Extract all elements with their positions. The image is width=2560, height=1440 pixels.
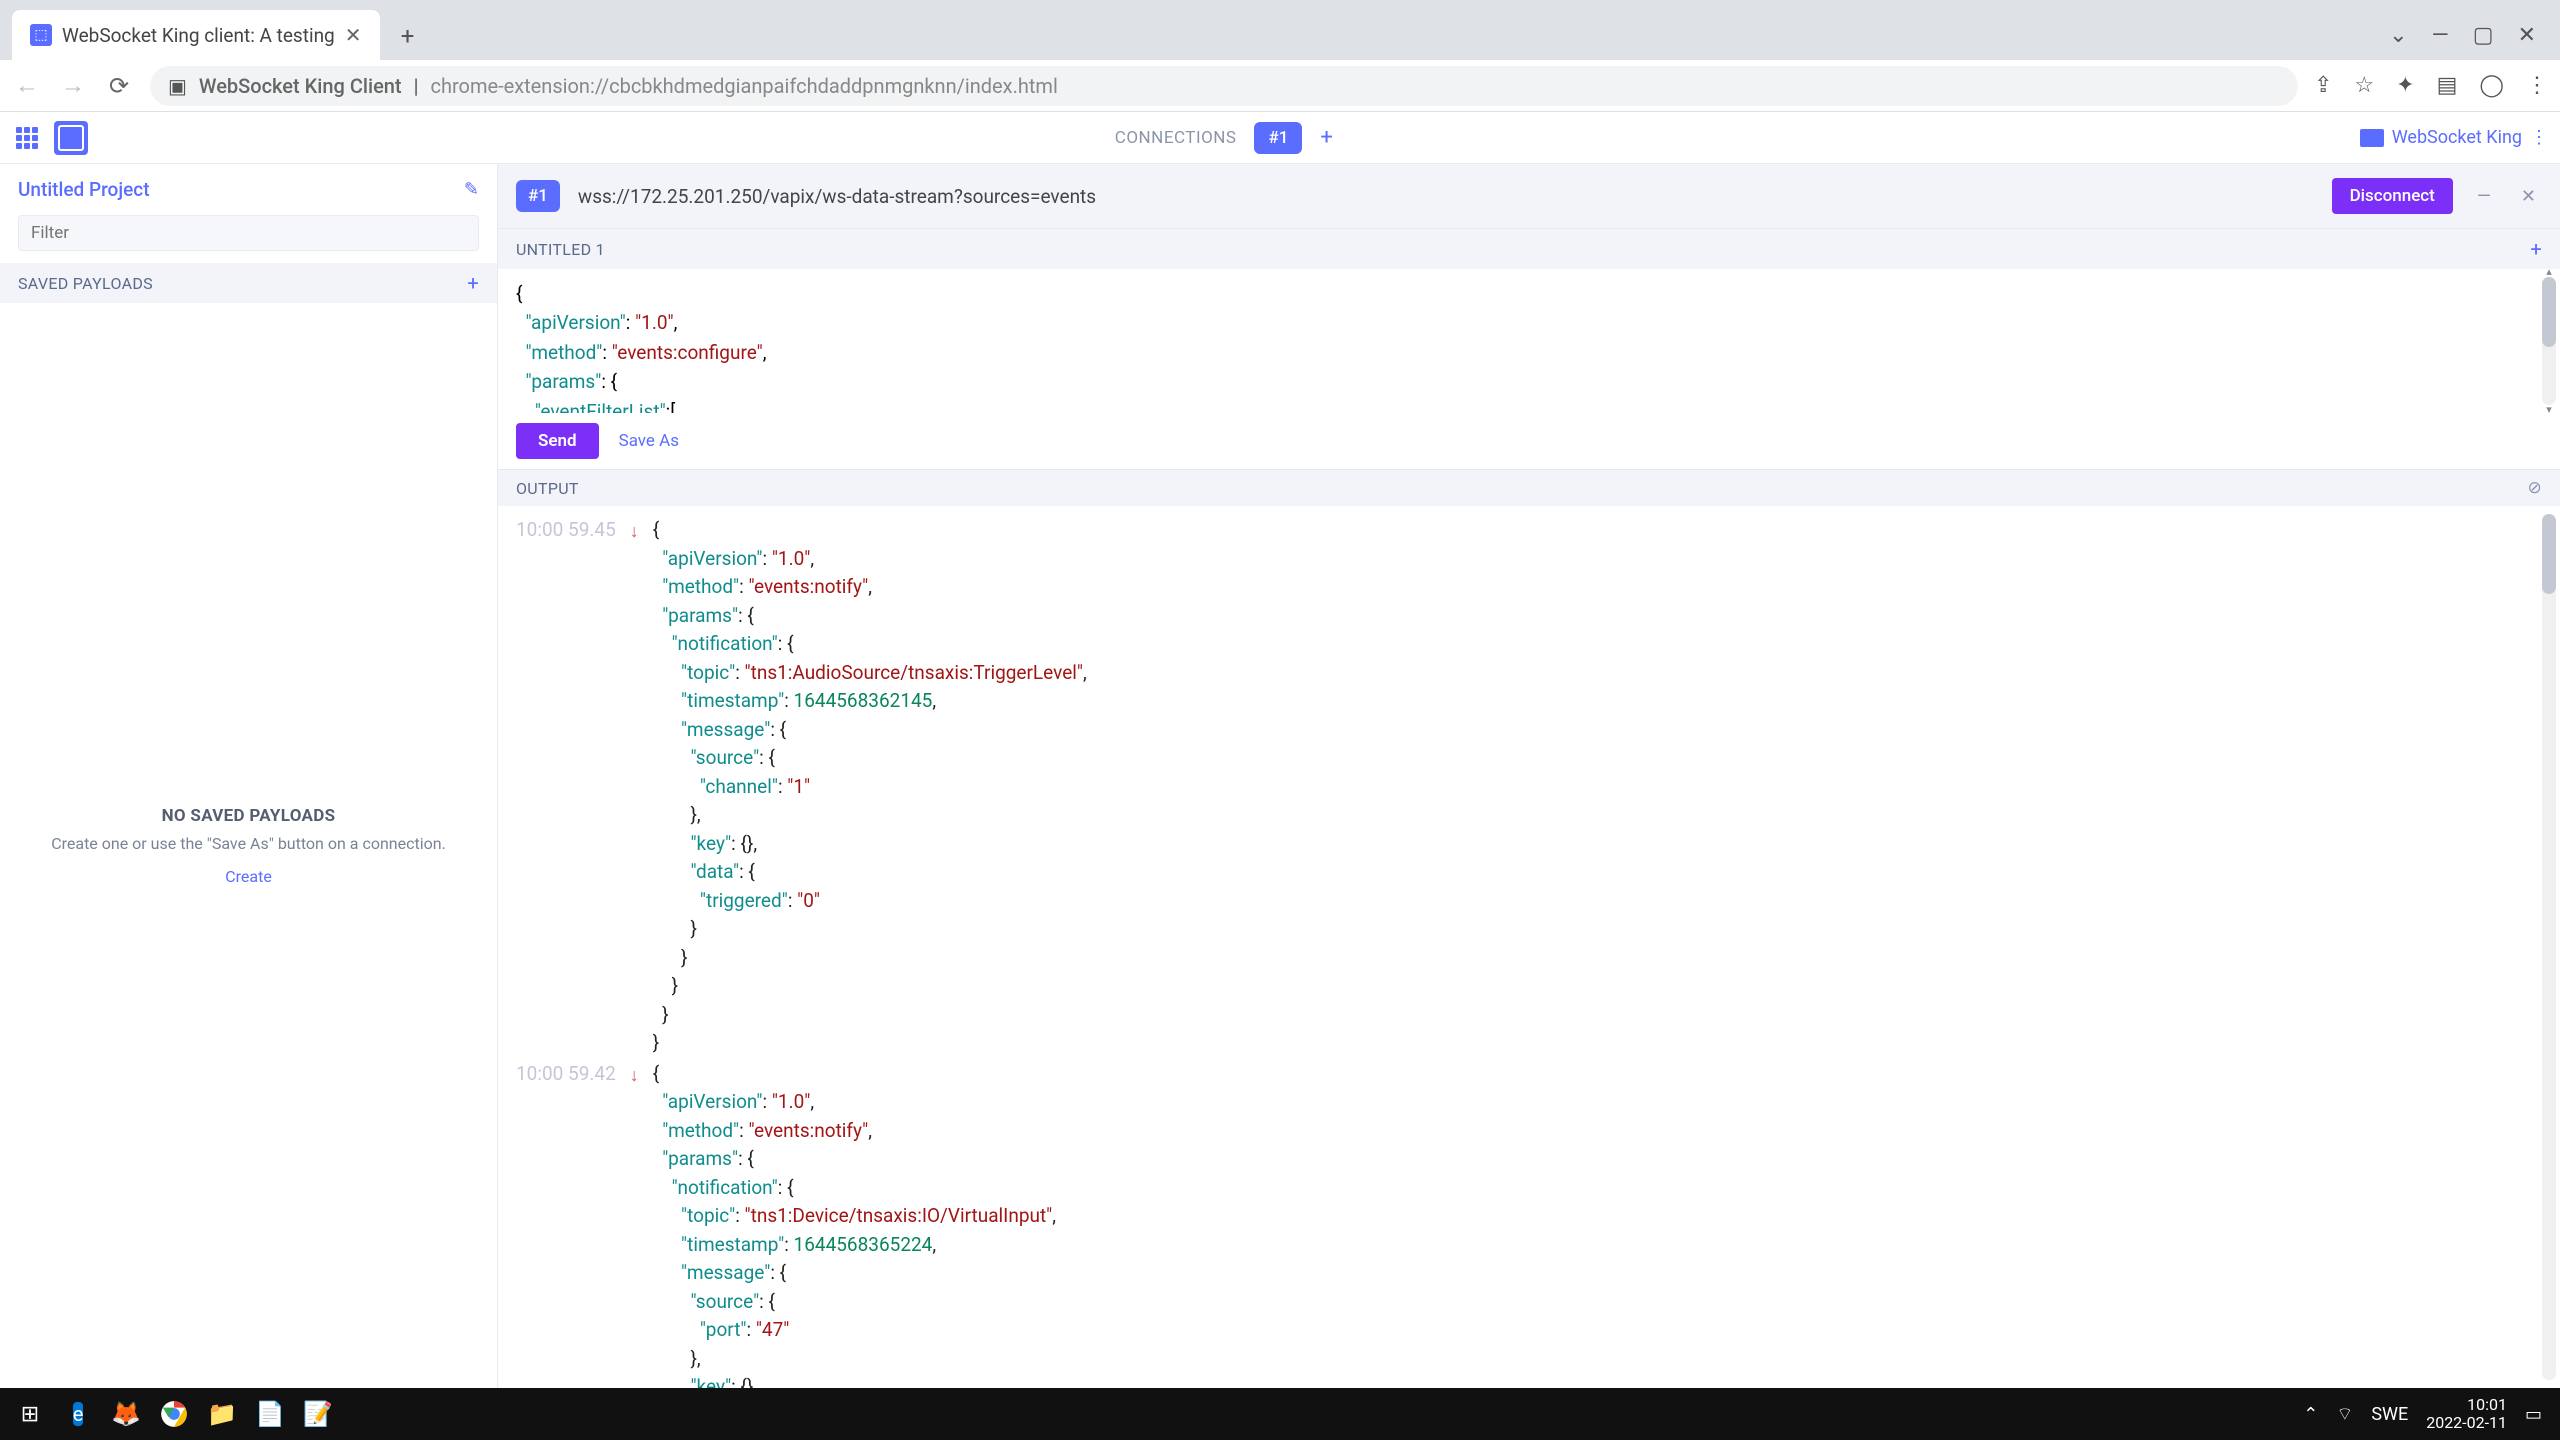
connection-close-icon[interactable]: ✕ [2515, 186, 2542, 207]
extension-icon: ▣ [168, 74, 187, 98]
connection-minimize-icon[interactable]: — [2471, 186, 2497, 207]
address-url: chrome-extension://cbcbkhdmedgianpaifchd… [430, 74, 1057, 98]
share-icon[interactable]: ⇪ [2314, 73, 2332, 98]
saved-payloads-header: SAVED PAYLOADS + [0, 263, 497, 303]
tab-close-icon[interactable]: ✕ [345, 23, 362, 47]
reading-list-icon[interactable]: ▤ [2437, 73, 2458, 98]
output-label: OUTPUT [516, 479, 579, 498]
editor-title: UNTITLED 1 [516, 240, 605, 259]
brand-menu-icon[interactable]: ⋮ [2530, 127, 2548, 148]
connection-url-bar: #1 wss://172.25.201.250/vapix/ws-data-st… [498, 164, 2560, 228]
taskbar-firefox-icon[interactable]: 🦊 [104, 1392, 148, 1436]
taskbar-notepadpp-icon[interactable]: 📝 [296, 1392, 340, 1436]
content-area: #1 wss://172.25.201.250/vapix/ws-data-st… [498, 164, 2560, 1388]
window-controls: ⌄ — ▢ ✕ [2389, 23, 2560, 60]
disconnect-button[interactable]: Disconnect [2332, 178, 2453, 214]
empty-description: Create one or use the "Save As" button o… [51, 834, 446, 853]
project-edit-icon[interactable]: ✎ [464, 179, 479, 200]
message-body: { "apiVersion": "1.0", "method": "events… [653, 1060, 1056, 1389]
add-payload-button[interactable]: + [467, 271, 479, 295]
browser-tab[interactable]: ⬚ WebSocket King client: A testing ✕ [12, 10, 380, 60]
tab-title: WebSocket King client: A testing [62, 24, 335, 47]
new-tab-button[interactable]: + [388, 16, 428, 56]
address-bar[interactable]: ▣ WebSocket King Client | chrome-extensi… [150, 66, 2298, 106]
incoming-arrow-icon: ↓ [630, 518, 639, 545]
output-header: OUTPUT ⊘ [498, 470, 2560, 506]
project-row: Untitled Project ✎ [0, 164, 497, 215]
editor-actions: Send Save As [498, 413, 2560, 470]
panel-toggle-icon[interactable] [54, 121, 88, 155]
add-editor-button[interactable]: + [2530, 237, 2542, 261]
brand-crown-icon [2360, 129, 2384, 147]
tray-date: 2022-02-11 [2426, 1414, 2507, 1432]
scroll-down-icon[interactable]: ▾ [2542, 403, 2556, 413]
browser-toolbar: ← → ⟳ ▣ WebSocket King Client | chrome-e… [0, 60, 2560, 112]
address-pipe: | [414, 74, 419, 98]
sidebar: Untitled Project ✎ SAVED PAYLOADS + NO S… [0, 164, 498, 1388]
tray-lang[interactable]: SWE [2371, 1404, 2408, 1425]
chrome-menu-icon[interactable]: ⋮ [2526, 73, 2548, 98]
profile-icon[interactable]: ◯ [2479, 73, 2504, 98]
output-scrollbar-thumb[interactable] [2542, 514, 2556, 594]
connections-label: CONNECTIONS [1115, 128, 1237, 148]
connection-pill[interactable]: #1 [516, 180, 560, 212]
filter-input[interactable] [18, 215, 479, 251]
brand-label: WebSocket King [2392, 127, 2522, 148]
tray-clock[interactable]: 10:01 2022-02-11 [2426, 1396, 2507, 1431]
project-name[interactable]: Untitled Project [18, 178, 150, 201]
app-header: CONNECTIONS #1 + WebSocket King ⋮ [0, 112, 2560, 164]
saved-payloads-label: SAVED PAYLOADS [18, 274, 153, 293]
empty-title: NO SAVED PAYLOADS [162, 806, 336, 826]
taskbar-notepad-icon[interactable]: 📄 [248, 1392, 292, 1436]
window-dropdown-icon[interactable]: ⌄ [2389, 23, 2407, 48]
taskbar-edge-icon[interactable]: e [56, 1392, 100, 1436]
tray-action-center-icon[interactable]: ▭ [2525, 1404, 2542, 1425]
window-close-icon[interactable]: ✕ [2518, 23, 2536, 48]
editor-scrollbar-thumb[interactable] [2542, 277, 2556, 347]
output-message[interactable]: 10:00 59.42 ↓ { "apiVersion": "1.0", "meth… [516, 1060, 2542, 1389]
incoming-arrow-icon: ↓ [630, 1062, 639, 1089]
apps-grid-icon[interactable] [12, 123, 42, 153]
message-timestamp: 10:00 59.45 [516, 516, 616, 545]
main-area: Untitled Project ✎ SAVED PAYLOADS + NO S… [0, 164, 2560, 1388]
create-payload-link[interactable]: Create [225, 867, 272, 886]
connection-url[interactable]: wss://172.25.201.250/vapix/ws-data-strea… [578, 185, 2314, 208]
tab-favicon: ⬚ [30, 24, 52, 46]
send-button[interactable]: Send [516, 423, 599, 459]
window-minimize-icon[interactable]: — [2432, 23, 2449, 48]
editor-body[interactable]: { "apiVersion": "1.0", "method": "events… [498, 269, 2560, 413]
taskbar-explorer-icon[interactable]: 📁 [200, 1392, 244, 1436]
output-scrollbar-track[interactable] [2542, 514, 2556, 1380]
save-as-link[interactable]: Save As [619, 431, 679, 451]
message-body: { "apiVersion": "1.0", "method": "events… [653, 516, 1087, 1058]
tray-network-icon[interactable]: ⌔ [2336, 1403, 2353, 1426]
bookmark-star-icon[interactable]: ☆ [2354, 73, 2374, 98]
window-maximize-icon[interactable]: ▢ [2473, 23, 2494, 48]
address-site-label: WebSocket King Client [199, 74, 402, 98]
tray-chevron-icon[interactable]: ⌃ [2303, 1404, 2318, 1425]
output-body[interactable]: 10:00 59.45 ↓ { "apiVersion": "1.0", "meth… [498, 506, 2560, 1388]
extensions-icon[interactable]: ✦ [2396, 73, 2414, 98]
nav-reload-button[interactable]: ⟳ [104, 72, 134, 100]
editor-header: UNTITLED 1 + [498, 228, 2560, 269]
output-clear-icon[interactable]: ⊘ [2527, 478, 2542, 498]
browser-titlebar: ⬚ WebSocket King client: A testing ✕ + ⌄… [0, 0, 2560, 60]
nav-back-button[interactable]: ← [12, 71, 42, 100]
tray-time: 10:01 [2426, 1396, 2507, 1414]
output-message[interactable]: 10:00 59.45 ↓ { "apiVersion": "1.0", "meth… [516, 516, 2542, 1058]
add-connection-button[interactable]: + [1320, 125, 1332, 150]
message-timestamp: 10:00 59.42 [516, 1060, 616, 1089]
empty-payloads: NO SAVED PAYLOADS Create one or use the … [0, 303, 497, 1388]
nav-forward-button[interactable]: → [58, 71, 88, 100]
start-button[interactable]: ⊞ [8, 1392, 52, 1436]
taskbar-chrome-icon[interactable] [152, 1392, 196, 1436]
windows-taskbar: ⊞ e 🦊 📁 📄 📝 ⌃ ⌔ SWE 10:01 2022-02-11 ▭ [0, 1388, 2560, 1440]
connection-tab-1[interactable]: #1 [1254, 122, 1302, 154]
